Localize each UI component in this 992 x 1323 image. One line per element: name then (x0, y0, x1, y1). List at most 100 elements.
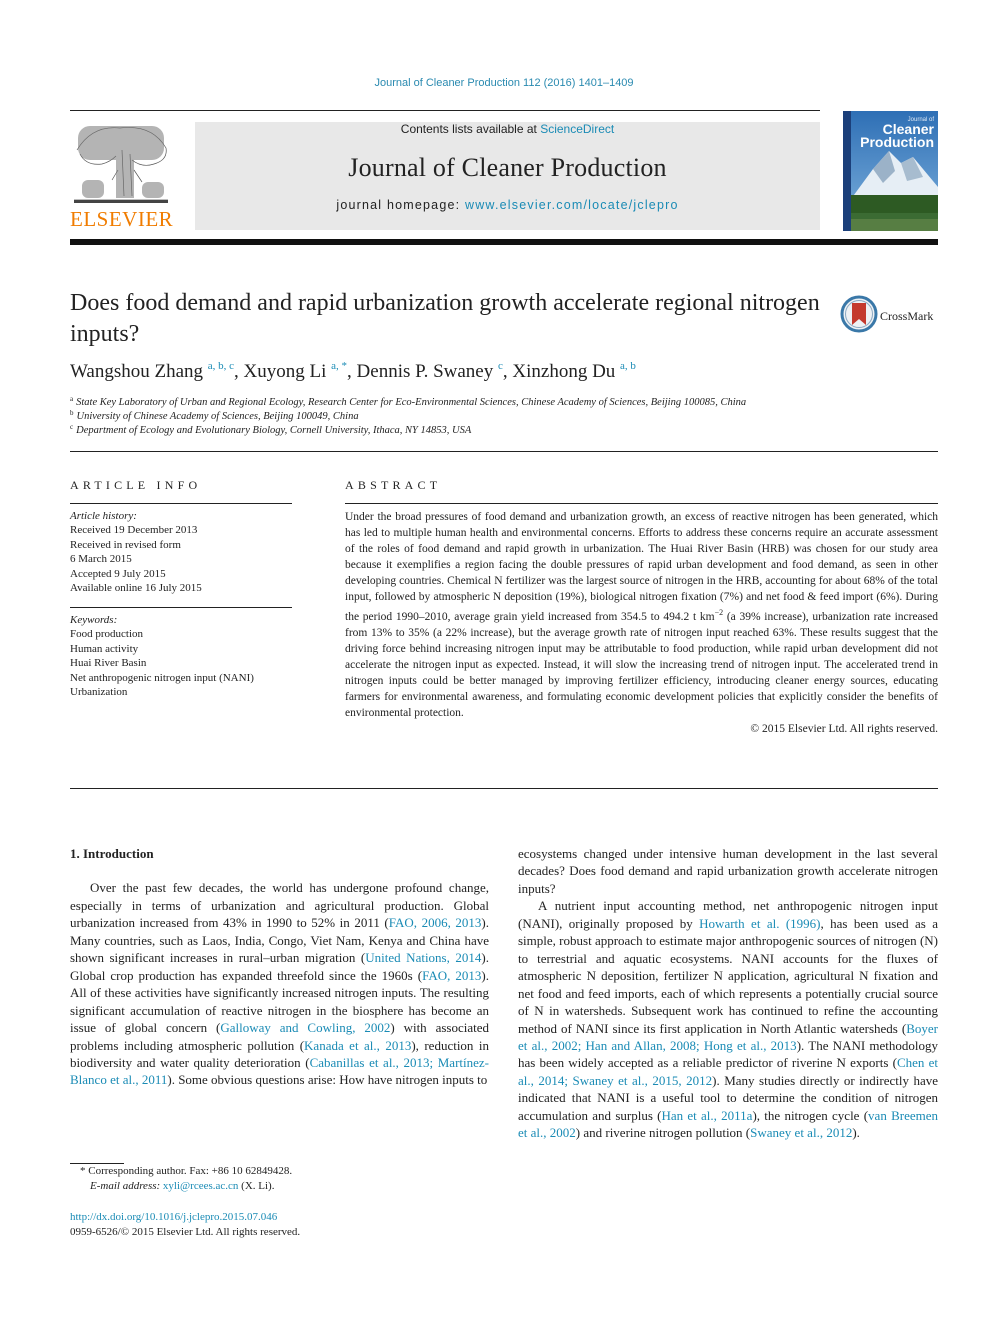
abstract-label: ABSTRACT (345, 478, 442, 492)
article-history: Article history: Received 19 December 20… (70, 509, 292, 595)
author-separator: , (347, 361, 357, 382)
abstract-text-2: (a 39% increase), urbanization rate incr… (345, 610, 939, 719)
citation-link[interactable]: Howarth et al. (1996) (699, 916, 820, 931)
author-list: Wangshou Zhang a, b, c, Xuyong Li a, *, … (70, 360, 636, 383)
crossmark-button[interactable]: CrossMark (840, 295, 940, 335)
journal-cover-image[interactable]: Journal of Cleaner Production (843, 111, 938, 231)
title-bottom-rule (70, 451, 938, 452)
author-separator: , (234, 361, 244, 382)
keyword: Net anthropogenic nitrogen input (NANI) (70, 671, 254, 684)
history-item: Available online 16 July 2015 (70, 582, 202, 595)
issn-line: 0959-6526/© 2015 Elsevier Ltd. All right… (70, 1226, 301, 1238)
sciencedirect-link[interactable]: ScienceDirect (540, 122, 614, 136)
affiliation-c: c Department of Ecology and Evolutionary … (70, 423, 471, 436)
header-rule (70, 110, 820, 111)
elsevier-logo[interactable]: ELSEVIER (70, 118, 174, 232)
citation-link[interactable]: Galloway and Cowling, 2002 (220, 1020, 390, 1035)
history-heading: Article history: (70, 510, 137, 522)
abstract-bottom-rule (70, 788, 938, 789)
author-affiliation-marks[interactable]: a, * (331, 360, 347, 372)
abstract-body: Under the broad pressures of food demand… (345, 509, 938, 737)
abstract-copyright: © 2015 Elsevier Ltd. All rights reserved… (750, 722, 938, 735)
author-name[interactable]: Dennis P. Swaney (357, 361, 494, 382)
doi-block: http://dx.doi.org/10.1016/j.jclepro.2015… (70, 1210, 300, 1240)
elsevier-wordmark: ELSEVIER (70, 207, 174, 231)
affiliation-text: University of Chinese Academy of Science… (76, 411, 359, 422)
affiliation-key: c (70, 423, 74, 431)
abstract-paragraph: Under the broad pressures of food demand… (345, 509, 938, 721)
contents-prefix: Contents lists available at (400, 122, 541, 136)
crossmark-label: CrossMark (880, 309, 934, 323)
contents-line: Contents lists available at ScienceDirec… (195, 122, 820, 136)
citation-link[interactable]: Han et al., 2011a (661, 1108, 752, 1123)
keyword: Human activity (70, 642, 139, 655)
keyword: Food production (70, 628, 144, 641)
affiliation-key: b (70, 409, 74, 417)
intro-paragraph-1-continued: ecosystems changed under intensive human… (518, 846, 938, 896)
citation-link[interactable]: United Nations, 2014 (365, 950, 481, 965)
abstract-superscript: −2 (714, 608, 724, 617)
body-text: , has been used as a simple, robust appr… (518, 915, 938, 1036)
corresponding-footnote: * Corresponding author. Fax: +86 10 6284… (80, 1164, 292, 1194)
author-name[interactable]: Xinzhong Du (512, 361, 615, 382)
article-info-rule (70, 503, 292, 504)
author[interactable]: Wangshou Zhang a, b, c, (70, 360, 244, 382)
history-item: Received 19 December 2013 (70, 524, 198, 537)
citation-link[interactable]: FAO, 2013 (422, 968, 481, 983)
keywords: Keywords: Food production Human activity… (70, 613, 292, 699)
body-text: ), the nitrogen cycle ( (752, 1107, 869, 1123)
body-text: ) and riverine nitrogen pollution ( (575, 1125, 751, 1141)
author-name[interactable]: Xuyong Li (244, 361, 327, 382)
affiliation-text: State Key Laboratory of Urban and Region… (76, 397, 747, 408)
keywords-heading: Keywords: (70, 614, 118, 626)
article-title: Does food demand and rapid urbanization … (70, 290, 820, 347)
email-line: E-mail address: xyli@rcees.ac.cn (X. Li)… (80, 1179, 292, 1194)
intro-right-column: ecosystems changed under intensive human… (518, 845, 938, 1142)
abstract-text-1: Under the broad pressures of food demand… (345, 511, 938, 623)
journal-name: Journal of Cleaner Production (348, 153, 667, 182)
journal-homepage-link[interactable]: www.elsevier.com/locate/jclepro (465, 198, 679, 212)
crossmark-icon (840, 295, 878, 333)
email-label: E-mail address: (90, 1180, 163, 1192)
author-affiliation-marks[interactable]: a, b (620, 360, 636, 372)
author[interactable]: Dennis P. Swaney c, (357, 360, 513, 382)
email-suffix: (X. Li). (238, 1180, 275, 1192)
cover-title: Cleaner Production (860, 122, 934, 150)
body-text: ). Some obvious questions arise: How hav… (167, 1072, 488, 1088)
journal-masthead: Contents lists available at ScienceDirec… (195, 122, 820, 230)
doi-link[interactable]: http://dx.doi.org/10.1016/j.jclepro.2015… (70, 1211, 277, 1223)
email-link[interactable]: xyli@rcees.ac.cn (163, 1180, 238, 1192)
author-affiliation-marks[interactable]: a, b, c (208, 360, 234, 372)
author-separator: , (502, 361, 513, 382)
keywords-rule (70, 607, 292, 608)
keyword: Huai River Basin (70, 657, 147, 670)
history-item: Accepted 9 July 2015 (70, 567, 166, 580)
elsevier-tree-icon (74, 126, 168, 203)
author-name[interactable]: Wangshou Zhang (70, 361, 203, 382)
intro-paragraph-2: A nutrient input accounting method, net … (518, 897, 938, 1141)
homepage-line: journal homepage: www.elsevier.com/locat… (195, 198, 820, 212)
article-info-label: ARTICLE INFO (70, 478, 202, 492)
author[interactable]: Xuyong Li a, *, (244, 360, 357, 382)
abstract-rule (345, 503, 938, 504)
journal-reference[interactable]: Journal of Cleaner Production 112 (2016)… (0, 77, 992, 89)
intro-left-column: 1. Introduction Over the past few decade… (70, 845, 489, 1089)
author[interactable]: Xinzhong Du a, b (512, 360, 636, 382)
affiliation-b: b University of Chinese Academy of Scienc… (70, 409, 359, 422)
affiliation-text: Department of Ecology and Evolutionary B… (76, 425, 472, 436)
history-item: Received in revised form (70, 538, 181, 551)
citation-link[interactable]: Swaney et al., 2012 (750, 1125, 852, 1140)
corresponding-author-note: * Corresponding author. Fax: +86 10 6284… (80, 1165, 293, 1177)
homepage-prefix: journal homepage: (336, 198, 465, 212)
introduction-heading: 1. Introduction (70, 846, 154, 861)
citation-link[interactable]: FAO, 2006, 2013 (389, 915, 482, 930)
keyword: Urbanization (70, 686, 128, 699)
cover-title-line2: Production (860, 134, 934, 150)
citation-link[interactable]: Kanada et al., 2013 (304, 1038, 411, 1053)
affiliation-a: a State Key Laboratory of Urban and Regio… (70, 395, 746, 408)
header-thick-rule (70, 239, 938, 245)
affiliation-key: a (70, 395, 74, 403)
body-text: ). (852, 1125, 860, 1141)
intro-paragraph-1: Over the past few decades, the world has… (70, 879, 489, 1088)
history-item: 6 March 2015 (70, 553, 132, 566)
